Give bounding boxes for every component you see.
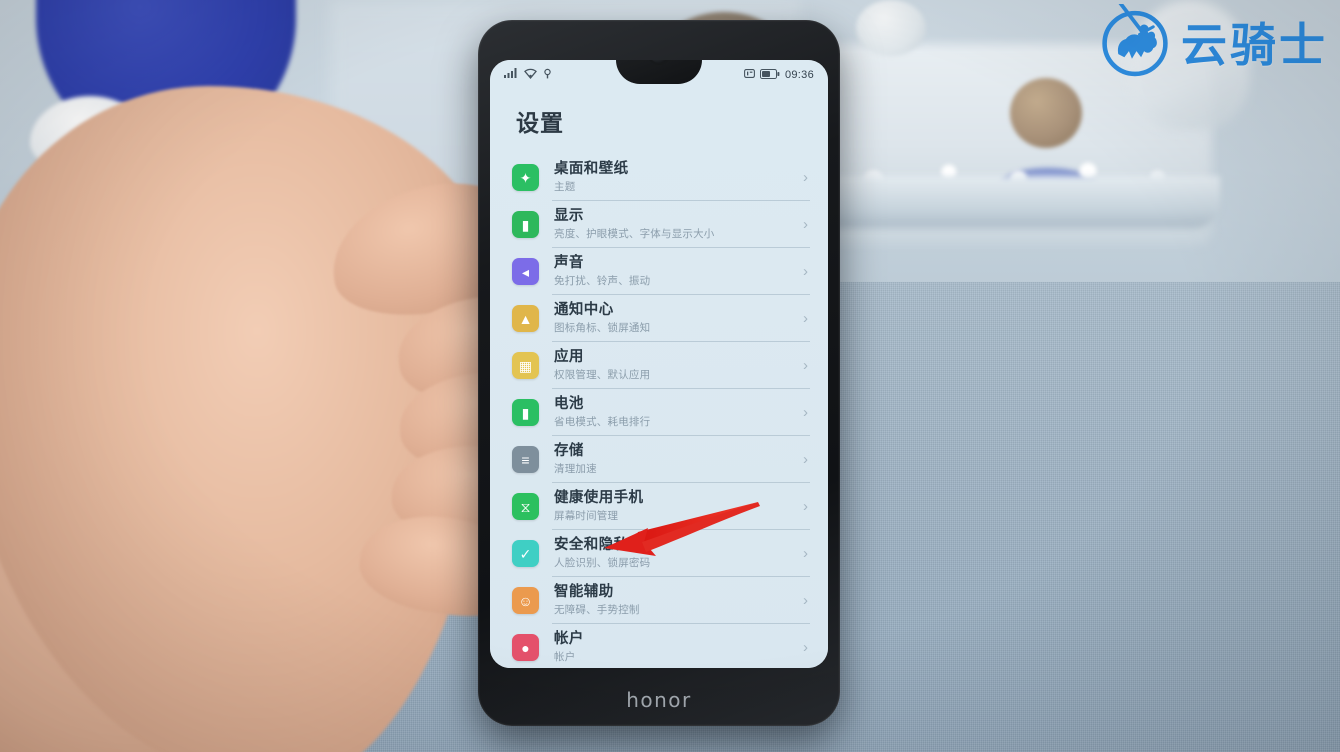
settings-row-subtitle: 亮度、护眼模式、字体与显示大小 <box>554 228 715 241</box>
settings-row-subtitle: 免打扰、铃声、振动 <box>554 275 651 288</box>
settings-row-title: 存储 <box>554 443 584 460</box>
settings-row-title: 安全和隐私 <box>554 537 629 554</box>
settings-row-title: 帐户 <box>554 631 584 648</box>
phone-screen[interactable]: 09:36 设置 ✦ 桌面和壁纸 主题 › ▮ 显示 亮度、护眼模式、字体与显示大小 › ◂ 声音… <box>490 60 828 668</box>
front-camera-icon <box>649 60 669 63</box>
chevron-right-icon: › <box>803 639 808 656</box>
settings-row-5[interactable]: ▦ 应用权限管理、默认应用 › <box>490 342 828 389</box>
settings-row-title: 声音 <box>554 255 584 272</box>
smart-assistance-icon: ☺ <box>512 587 539 614</box>
settings-row-subtitle: 屏幕时间管理 <box>554 510 619 523</box>
settings-row-title: 应用 <box>554 349 584 366</box>
settings-row-2[interactable]: ▮ 显示亮度、护眼模式、字体与显示大小 › <box>490 201 828 248</box>
shield-check-icon: ✓ <box>512 540 539 567</box>
settings-row-subtitle: 权限管理、默认应用 <box>554 369 651 382</box>
settings-row-title: 桌面和壁纸 <box>554 161 629 178</box>
apps-grid-icon: ▦ <box>512 352 539 379</box>
phone-notch <box>616 60 702 84</box>
settings-row-subtitle: 省电模式、耗电排行 <box>554 416 651 429</box>
battery-icon: ▮ <box>512 399 539 426</box>
settings-row-9[interactable]: ✓ 安全和隐私人脸识别、锁屏密码 › <box>490 530 828 577</box>
settings-row-text: 电池省电模式、耗电排行 <box>554 395 795 429</box>
settings-row-subtitle: 主题 <box>554 181 576 194</box>
chevron-right-icon: › <box>803 263 808 280</box>
chevron-right-icon: › <box>803 404 808 421</box>
settings-row-text: 帐户 帐户 <box>554 630 795 664</box>
settings-row-title: 健康使用手机 <box>554 490 644 507</box>
settings-row-3[interactable]: ◂ 声音免打扰、铃声、振动 › <box>490 248 828 295</box>
chevron-right-icon: › <box>803 592 808 609</box>
chevron-right-icon: › <box>803 216 808 233</box>
settings-row-text: 通知中心图标角标、锁屏通知 <box>554 301 795 335</box>
chevron-right-icon: › <box>803 357 808 374</box>
watermark-logo-text: 云骑士 <box>1181 18 1328 72</box>
chevron-right-icon: › <box>803 169 808 186</box>
settings-row-text: 安全和隐私人脸识别、锁屏密码 <box>554 536 795 570</box>
settings-row-title: 电池 <box>554 396 584 413</box>
sound-icon: ◂ <box>512 258 539 285</box>
settings-row-subtitle: 无障碍、手势控制 <box>554 604 640 617</box>
decor-rattan-ball-small <box>1010 78 1082 148</box>
phone-brand-label: honor <box>626 688 692 712</box>
wallpaper-icon: ✦ <box>512 164 539 191</box>
account-person-icon: ● <box>512 634 539 661</box>
phone-device: 09:36 设置 ✦ 桌面和壁纸 主题 › ▮ 显示 亮度、护眼模式、字体与显示大小 › ◂ 声音… <box>478 20 840 726</box>
storage-icon: ≡ <box>512 446 539 473</box>
settings-row-text: 显示亮度、护眼模式、字体与显示大小 <box>554 207 795 241</box>
chevron-right-icon: › <box>803 498 808 515</box>
settings-row-title: 通知中心 <box>554 302 614 319</box>
settings-row-text: 存储 清理加速 <box>554 442 795 476</box>
decor-white-ball <box>856 0 926 56</box>
settings-row-subtitle: 清理加速 <box>554 463 597 476</box>
settings-row-subtitle: 人脸识别、锁屏密码 <box>554 557 651 570</box>
settings-row-text: 声音免打扰、铃声、振动 <box>554 254 795 288</box>
settings-row-text: 智能辅助无障碍、手势控制 <box>554 583 795 617</box>
settings-row-subtitle: 帐户 <box>554 651 576 664</box>
settings-row-title: 显示 <box>554 208 584 225</box>
settings-row-4[interactable]: ▲ 通知中心图标角标、锁屏通知 › <box>490 295 828 342</box>
settings-row-6[interactable]: ▮ 电池省电模式、耗电排行 › <box>490 389 828 436</box>
settings-row-8[interactable]: ⧖ 健康使用手机屏幕时间管理 › <box>490 483 828 530</box>
chevron-right-icon: › <box>803 545 808 562</box>
notification-bell-icon: ▲ <box>512 305 539 332</box>
display-icon: ▮ <box>512 211 539 238</box>
settings-row-11[interactable]: ● 帐户 帐户 › <box>490 624 828 668</box>
hourglass-icon: ⧖ <box>512 493 539 520</box>
phone-notch-area <box>490 60 828 100</box>
chevron-right-icon: › <box>803 310 808 327</box>
settings-row-text: 健康使用手机屏幕时间管理 <box>554 489 795 523</box>
chevron-right-icon: › <box>803 451 808 468</box>
settings-row-subtitle: 图标角标、锁屏通知 <box>554 322 651 335</box>
settings-list[interactable]: ✦ 桌面和壁纸主题 › ▮ 显示亮度、护眼模式、字体与显示大小 › ◂ 声音免打扰、铃声、振动… <box>490 154 828 668</box>
settings-row-text: 应用权限管理、默认应用 <box>554 348 795 382</box>
settings-row-7[interactable]: ≡ 存储清理加速 › <box>490 436 828 483</box>
screenshot-scene: 09:36 设置 ✦ 桌面和壁纸 主题 › ▮ 显示 亮度、护眼模式、字体与显示大小 › ◂ 声音… <box>0 0 1340 752</box>
settings-row-title: 智能辅助 <box>554 584 614 601</box>
settings-row-10[interactable]: ☺ 智能辅助无障碍、手势控制 › <box>490 577 828 624</box>
settings-row-1[interactable]: ✦ 桌面和壁纸主题 › <box>490 154 828 201</box>
knight-rider-badge-icon <box>1097 1 1173 80</box>
settings-row-text: 桌面和壁纸 主题 <box>554 160 795 194</box>
watermark-logo: 云骑士 <box>1097 1 1328 80</box>
